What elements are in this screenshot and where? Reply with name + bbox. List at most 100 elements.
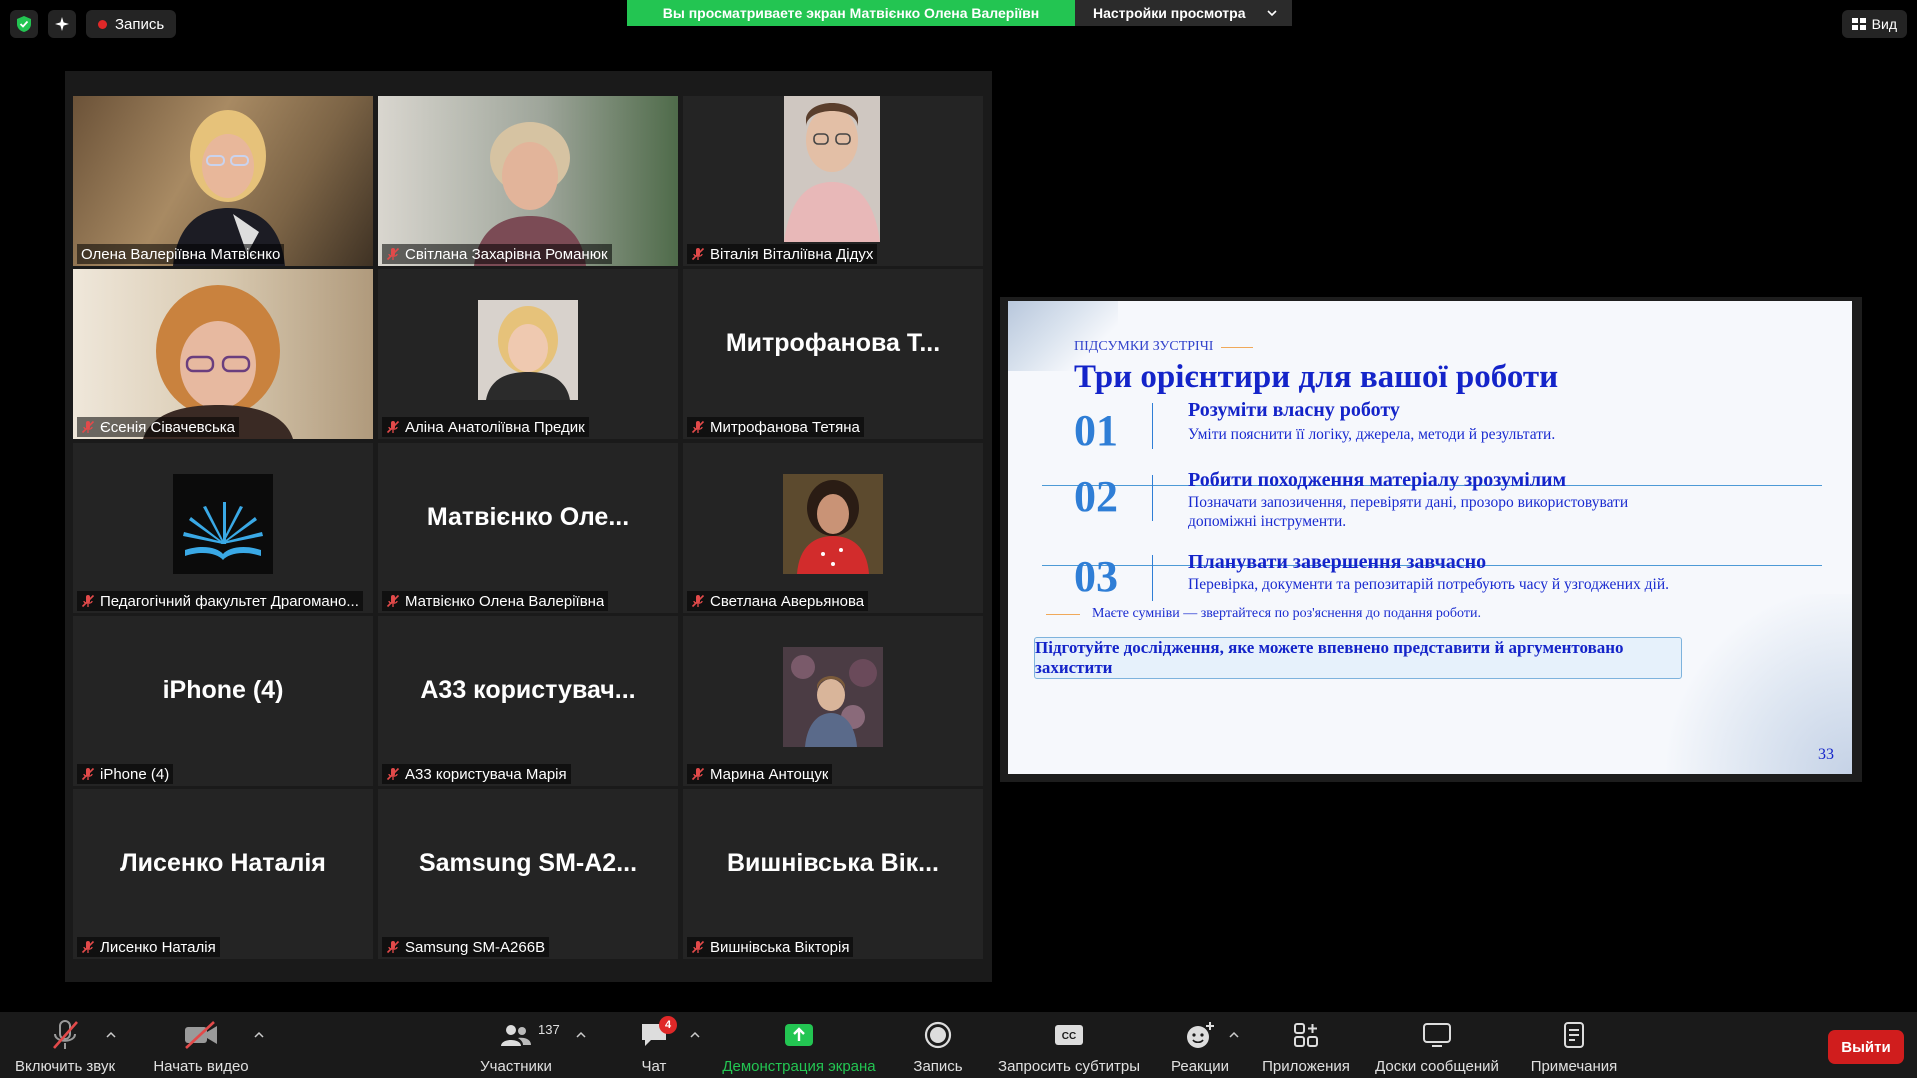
whiteboards-label: Доски сообщений — [1375, 1058, 1499, 1075]
participant-name-caption: Samsung SM-A266B — [382, 937, 550, 957]
point-heading: Планувати завершення завчасно — [1188, 551, 1487, 573]
shared-screen-view[interactable]: ПІДСУМКИ ЗУСТРІЧІ Три орієнтири для вашо… — [1000, 297, 1862, 782]
security-shield-button[interactable] — [10, 10, 38, 38]
video-options-caret-icon[interactable] — [254, 1030, 264, 1040]
participant-tile[interactable]: Аліна Анатоліївна Предик — [378, 269, 678, 439]
participant-tile[interactable]: Samsung SM-A2... Samsung SM-A266B — [378, 789, 678, 959]
participant-tile[interactable]: Єсенія Сівачевська — [73, 269, 373, 439]
mic-muted-icon — [691, 594, 705, 608]
unmute-button[interactable]: Включить звук — [0, 1018, 135, 1075]
apps-button[interactable]: Приложения — [1236, 1018, 1376, 1075]
faculty-logo — [173, 474, 273, 574]
point-divider — [1152, 475, 1153, 521]
participant-name-caption: Віталія Віталіївна Дідух — [687, 244, 878, 264]
recording-label: Запись — [115, 15, 165, 33]
participant-display-name: Лисенко Наталія — [120, 849, 326, 877]
video-off-icon — [185, 1021, 217, 1049]
ai-companion-button[interactable] — [48, 10, 76, 38]
svg-text:CC: CC — [1062, 1031, 1076, 1042]
participant-name-caption: Світлана Захарівна Романюк — [382, 244, 612, 264]
unread-chat-badge: 4 — [659, 1016, 677, 1034]
notes-button[interactable]: Примечания — [1504, 1018, 1644, 1075]
start-video-label: Начать видео — [153, 1058, 249, 1075]
participant-tile[interactable]: Лисенко Наталія Лисенко Наталія — [73, 789, 373, 959]
participant-tile[interactable]: Марина Антощук — [683, 616, 983, 786]
chat-options-caret-icon[interactable] — [690, 1030, 700, 1040]
participant-tile[interactable]: Світлана Захарівна Романюк — [378, 96, 678, 266]
record-icon — [924, 1021, 952, 1049]
point-number: 02 — [1074, 472, 1118, 521]
view-button[interactable]: Вид — [1841, 10, 1907, 38]
participants-label: Участники — [480, 1058, 552, 1075]
participant-video-figure — [143, 285, 293, 439]
apps-label: Приложения — [1262, 1058, 1350, 1075]
recording-indicator[interactable]: Запись — [86, 10, 177, 38]
participant-tile[interactable]: Светлана Аверьянова — [683, 443, 983, 613]
mic-muted-icon — [386, 247, 400, 261]
participant-name-caption: Марина Антощук — [687, 764, 833, 784]
participants-button[interactable]: 137 Участники — [446, 1018, 586, 1075]
audio-options-caret-icon[interactable] — [106, 1030, 116, 1040]
participant-tile[interactable]: Митрофанова Т... Митрофанова Тетяна — [683, 269, 983, 439]
point-number: 03 — [1074, 552, 1118, 601]
record-button[interactable]: Запись — [868, 1018, 1008, 1075]
chat-button[interactable]: 4 Чат — [584, 1016, 724, 1075]
apps-icon — [1294, 1023, 1318, 1047]
participants-count: 137 — [538, 1022, 560, 1037]
mic-muted-icon — [386, 594, 400, 608]
view-settings-label: Настройки просмотра — [1093, 5, 1246, 21]
participant-name-caption: Олена Валеріївна Матвієнко — [77, 244, 285, 264]
participant-display-name: Матвієнко Оле... — [426, 503, 630, 531]
notes-icon — [1564, 1022, 1584, 1048]
start-video-button[interactable]: Начать видео — [131, 1018, 271, 1075]
participant-tile[interactable]: Вишнівська Вік... Вишнівська Вікторія — [683, 789, 983, 959]
slide-callout: Підготуйте дослідження, яке можете впевн… — [1034, 637, 1682, 679]
participant-display-name: Митрофанова Т... — [725, 329, 941, 357]
participant-tile[interactable]: Матвієнко Оле... Матвієнко Олена Валерії… — [378, 443, 678, 613]
point-heading: Розуміти власну роботу — [1188, 399, 1400, 421]
share-screen-button[interactable]: Демонстрация экрана — [722, 1018, 876, 1075]
view-settings-dropdown[interactable]: Настройки просмотра — [1075, 0, 1292, 26]
slide-title: Три орієнтири для вашої роботи — [1074, 359, 1559, 395]
participant-name-caption: iPhone (4) — [77, 764, 174, 784]
point-divider — [1152, 403, 1153, 449]
meeting-toolbar: Включить звук Начать видео 137 Участники… — [0, 1012, 1917, 1078]
participant-name-caption: Вишнівська Вікторія — [687, 937, 854, 957]
participant-display-name: A33 користувач... — [420, 676, 636, 704]
request-captions-label: Запросить субтитры — [998, 1058, 1140, 1075]
participant-name-caption: Аліна Анатоліївна Предик — [382, 417, 589, 437]
participant-gallery: Олена Валеріївна Матвієнко Світлана Заха… — [65, 71, 992, 982]
participant-name-caption: Митрофанова Тетяна — [687, 417, 864, 437]
participant-avatar — [478, 300, 578, 400]
mic-muted-icon — [386, 940, 400, 954]
whiteboards-button[interactable]: Доски сообщений — [1367, 1018, 1507, 1075]
mic-muted-icon — [386, 420, 400, 434]
participant-name-caption: Єсенія Сівачевська — [77, 417, 240, 437]
slide-page-number: 33 — [1818, 746, 1834, 763]
participant-name-caption: A33 користувача Марія — [382, 764, 571, 784]
presentation-slide: ПІДСУМКИ ЗУСТРІЧІ Три орієнтири для вашо… — [1008, 301, 1852, 774]
share-screen-icon — [785, 1024, 813, 1046]
mic-muted-icon — [691, 420, 705, 434]
participant-tile[interactable]: Віталія Віталіївна Дідух — [683, 96, 983, 266]
mic-muted-icon — [81, 940, 95, 954]
closed-captions-icon: CC — [1055, 1025, 1083, 1045]
point-description: Позначати запозичення, перевіряти дані, … — [1188, 494, 1629, 530]
participant-tile[interactable]: iPhone (4) iPhone (4) — [73, 616, 373, 786]
participant-tile[interactable]: A33 користувач... A33 користувача Марія — [378, 616, 678, 786]
participant-tile[interactable]: Олена Валеріївна Матвієнко — [73, 96, 373, 266]
participant-avatar — [783, 474, 883, 574]
record-label: Запись — [913, 1058, 963, 1075]
participant-tile[interactable]: Педагогічний факультет Драгомано... — [73, 443, 373, 613]
sparkle-icon — [55, 17, 69, 31]
participant-video-figure — [784, 96, 880, 242]
mic-muted-icon — [691, 767, 705, 781]
mic-muted-icon — [53, 1020, 78, 1049]
unmute-label: Включить звук — [14, 1058, 116, 1075]
leave-meeting-button[interactable]: Выйти — [1828, 1030, 1904, 1064]
mic-muted-icon — [691, 247, 705, 261]
request-captions-button[interactable]: CC Запросить субтитры — [998, 1018, 1140, 1075]
screen-share-banner: Вы просматриваете экран Матвієнко Олена … — [627, 0, 1292, 26]
mic-muted-icon — [386, 767, 400, 781]
slide-note: Маєте сумніви — звертайтеся по роз'яснен… — [1046, 606, 1481, 622]
